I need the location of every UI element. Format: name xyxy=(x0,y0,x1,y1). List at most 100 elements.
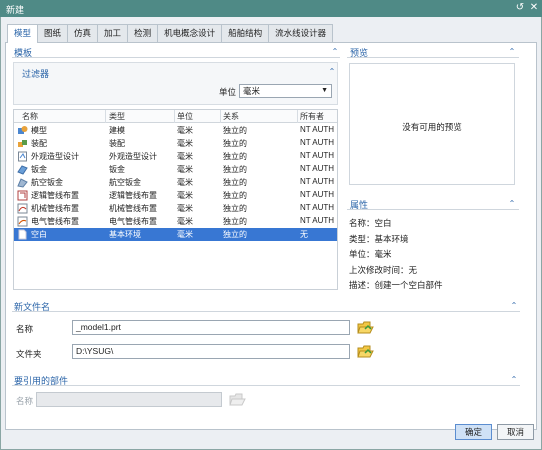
preview-collapse-icon[interactable]: ⌃ xyxy=(507,48,517,56)
row-type: 建模 xyxy=(109,126,125,135)
new-file-collapse-icon[interactable]: ⌃ xyxy=(509,302,519,310)
row-relation: 独立的 xyxy=(223,178,247,187)
aero-sheet-metal-icon xyxy=(17,178,28,188)
tab-ship-structure[interactable]: 船舶结构 xyxy=(221,24,270,42)
row-owner: 无 xyxy=(300,230,308,239)
tab-drawing[interactable]: 图纸 xyxy=(37,24,69,42)
column-divider[interactable] xyxy=(174,110,175,123)
ok-button[interactable]: 确定 xyxy=(455,424,492,440)
table-row[interactable]: 逻辑管线布置 逻辑管线布置 毫米 独立的 NT AUTH xyxy=(14,189,337,202)
table-row[interactable]: 航空钣金 航空钣金 毫米 独立的 NT AUTH xyxy=(14,176,337,189)
filter-title: 过滤器 xyxy=(22,69,50,79)
folder-field[interactable]: D:\YSUG\ xyxy=(72,344,350,359)
unit-select-value: 毫米 xyxy=(243,86,261,96)
row-name: 空白 xyxy=(31,230,47,239)
filter-collapse-icon[interactable]: ⌃ xyxy=(327,68,337,76)
preview-empty-text: 没有可用的预览 xyxy=(402,122,462,132)
templates-collapse-icon[interactable]: ⌃ xyxy=(330,48,340,56)
column-divider[interactable] xyxy=(297,110,298,123)
column-header-owner[interactable]: 所有者 xyxy=(300,111,324,122)
row-owner: NT AUTH xyxy=(300,125,335,134)
model-icon xyxy=(18,126,28,134)
row-type: 基本环境 xyxy=(109,230,141,239)
column-header-unit[interactable]: 单位 xyxy=(177,111,193,122)
row-name: 电气管线布置 xyxy=(31,217,79,226)
row-relation: 独立的 xyxy=(223,152,247,161)
row-unit: 毫米 xyxy=(177,217,193,226)
browse-folder-icon[interactable] xyxy=(356,343,375,360)
column-divider[interactable] xyxy=(105,110,106,123)
folder-label: 文件夹 xyxy=(16,349,42,359)
unit-label: 单位 xyxy=(219,87,237,97)
row-owner: NT AUTH xyxy=(300,177,335,186)
table-row[interactable]: 机械管线布置 机械管线布置 毫米 独立的 NT AUTH xyxy=(14,202,337,215)
column-header-relation[interactable]: 关系 xyxy=(223,111,239,122)
tab-manufacturing[interactable]: 加工 xyxy=(97,24,129,42)
unit-select[interactable]: 毫米 ▼ xyxy=(239,84,332,98)
tab-mechatronics[interactable]: 机电概念设计 xyxy=(157,24,223,42)
tab-simulation[interactable]: 仿真 xyxy=(67,24,99,42)
templates-divider xyxy=(12,57,340,58)
row-relation: 独立的 xyxy=(223,204,247,213)
row-name: 机械管线布置 xyxy=(31,204,79,213)
referenced-name-field[interactable] xyxy=(36,392,222,407)
row-relation: 独立的 xyxy=(223,139,247,148)
chevron-down-icon: ▼ xyxy=(321,87,328,94)
column-header-name[interactable]: 名称 xyxy=(22,111,38,122)
tab-strip: 模型 图纸 仿真 加工 检测 机电概念设计 船舶结构 流水线设计器 xyxy=(7,24,334,43)
row-owner: NT AUTH xyxy=(300,138,335,147)
shape-studio-icon xyxy=(18,151,27,162)
row-unit: 毫米 xyxy=(177,204,193,213)
file-name-label: 名称 xyxy=(16,324,34,334)
column-divider[interactable] xyxy=(220,110,221,123)
properties-divider xyxy=(347,209,519,210)
property-description: 描述：创建一个空白部件 xyxy=(349,280,443,290)
row-type: 电气管线布置 xyxy=(109,217,157,226)
browse-folder-icon[interactable] xyxy=(356,319,375,336)
close-icon[interactable]: ✕ xyxy=(528,2,540,14)
referenced-part-divider xyxy=(12,385,520,386)
properties-collapse-icon[interactable]: ⌃ xyxy=(507,200,517,208)
tab-line-designer[interactable]: 流水线设计器 xyxy=(268,24,334,42)
row-owner: NT AUTH xyxy=(300,164,335,173)
template-table: 名称 类型 单位 关系 所有者 模型 建模 毫米 独立的 NT AUTH 装配 … xyxy=(13,109,338,290)
row-unit: 毫米 xyxy=(177,165,193,174)
column-header-type[interactable]: 类型 xyxy=(109,111,125,122)
electrical-routing-icon xyxy=(17,216,28,227)
referenced-name-label: 名称 xyxy=(16,396,34,406)
table-row-selected[interactable]: 空白 基本环境 毫米 独立的 无 xyxy=(14,228,337,241)
file-name-field[interactable]: _model1.prt xyxy=(72,320,350,335)
row-name: 逻辑管线布置 xyxy=(31,191,79,200)
row-unit: 毫米 xyxy=(177,152,193,161)
title-bar: 新建 ↺ ✕ xyxy=(0,0,542,17)
row-owner: NT AUTH xyxy=(300,151,335,160)
row-relation: 独立的 xyxy=(223,230,247,239)
row-type: 航空钣金 xyxy=(109,178,141,187)
property-name: 名称：空白 xyxy=(349,218,392,228)
row-name: 模型 xyxy=(31,126,47,135)
row-owner: NT AUTH xyxy=(300,203,335,212)
table-row[interactable]: 电气管线布置 电气管线布置 毫米 独立的 NT AUTH xyxy=(14,215,337,228)
tab-model[interactable]: 模型 xyxy=(7,24,39,43)
table-header: 名称 类型 单位 关系 所有者 xyxy=(14,110,337,123)
table-row[interactable]: 模型 建模 毫米 独立的 NT AUTH xyxy=(14,124,337,137)
logical-routing-icon xyxy=(17,190,28,201)
table-row[interactable]: 装配 装配 毫米 独立的 NT AUTH xyxy=(14,137,337,150)
cancel-button[interactable]: 取消 xyxy=(497,424,534,440)
table-row[interactable]: 外观造型设计 外观造型设计 毫米 独立的 NT AUTH xyxy=(14,150,337,163)
row-unit: 毫米 xyxy=(177,126,193,135)
property-unit: 单位：毫米 xyxy=(349,249,392,259)
table-row[interactable]: 钣金 钣金 毫米 独立的 NT AUTH xyxy=(14,163,337,176)
reset-icon[interactable]: ↺ xyxy=(514,2,526,14)
row-type: 逻辑管线布置 xyxy=(109,191,157,200)
filter-panel: 过滤器 ⌃ 单位 毫米 ▼ xyxy=(13,62,338,105)
tab-inspection[interactable]: 检测 xyxy=(127,24,159,42)
sheet-metal-icon xyxy=(17,165,28,175)
browse-folder-icon[interactable] xyxy=(228,391,247,408)
row-name: 钣金 xyxy=(31,165,47,174)
preview-divider xyxy=(347,57,519,58)
preview-pane: 没有可用的预览 xyxy=(349,63,515,185)
row-unit: 毫米 xyxy=(177,191,193,200)
referenced-part-collapse-icon[interactable]: ⌃ xyxy=(509,376,519,384)
row-relation: 独立的 xyxy=(223,165,247,174)
